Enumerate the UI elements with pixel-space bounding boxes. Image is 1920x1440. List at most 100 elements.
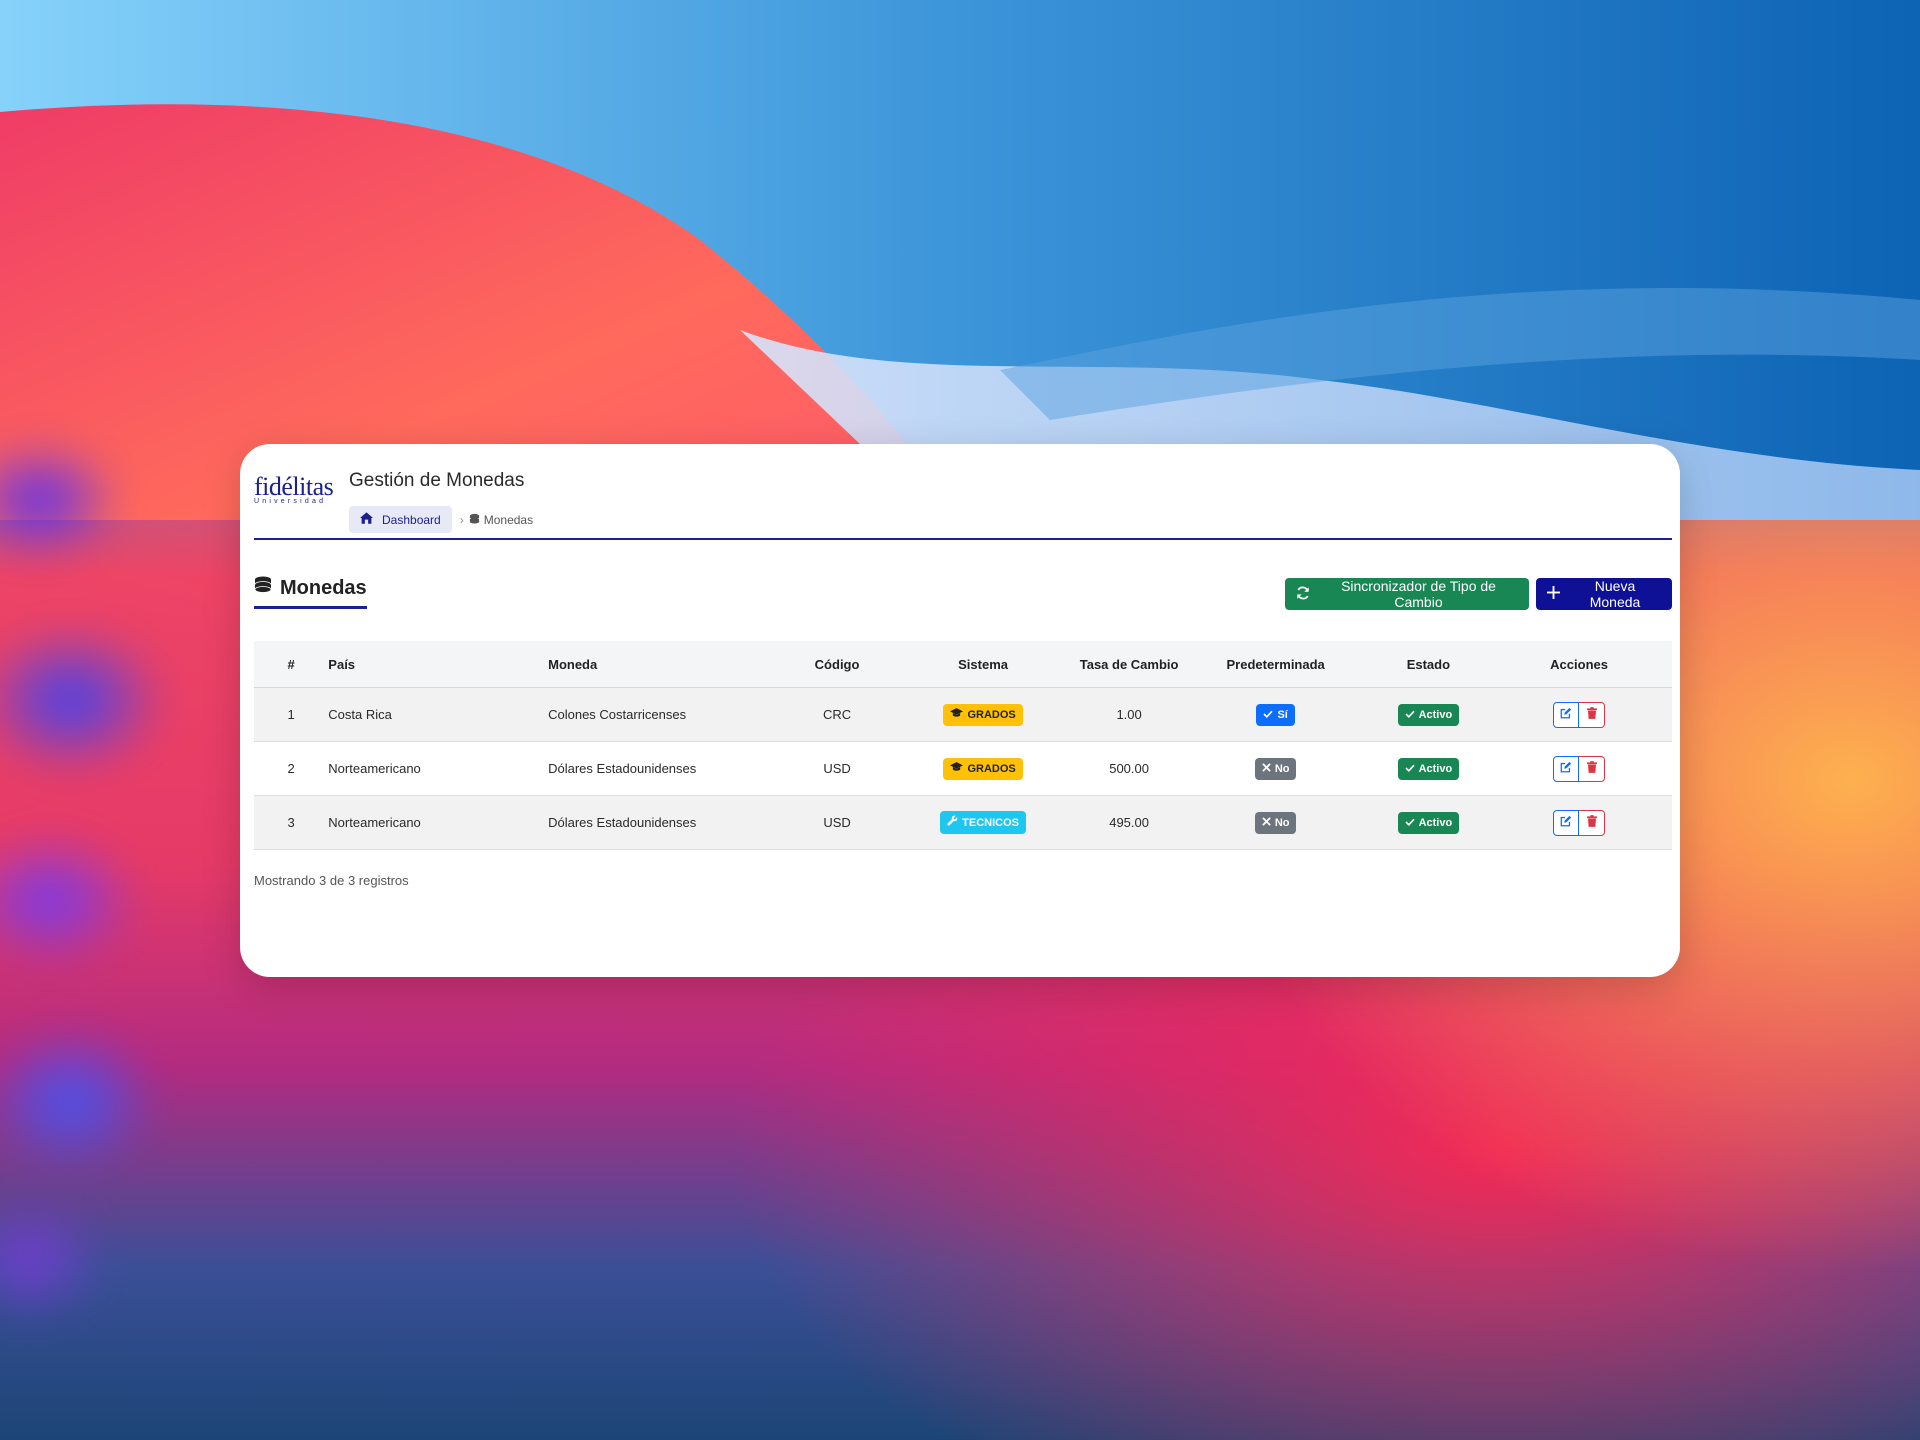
wallpaper-glass-ribbon	[0, 380, 280, 1360]
cell-code: CRC	[785, 687, 889, 742]
actions-group	[1553, 755, 1606, 782]
column-header-country[interactable]: País	[328, 641, 549, 688]
breadcrumb-dashboard-label: Dashboard	[382, 512, 441, 527]
table-row: 3 Norteamericano Dólares Estadounidenses…	[254, 795, 1672, 850]
new-currency-button[interactable]: Nueva Moneda	[1536, 578, 1672, 610]
column-header-status[interactable]: Estado	[1370, 641, 1487, 688]
cell-number: 3	[254, 795, 329, 850]
chevron-right-icon: ›	[459, 512, 464, 527]
section-heading: Monedas	[254, 576, 367, 609]
cell-country: Norteamericano	[328, 795, 549, 850]
column-header-system[interactable]: Sistema	[888, 641, 1078, 688]
check-icon	[1404, 708, 1415, 722]
trash-icon	[1586, 815, 1597, 830]
column-header-currency[interactable]: Moneda	[548, 641, 786, 688]
status-badge-label: Activo	[1418, 708, 1453, 721]
main-card: fidélitas Universidad Gestión de Monedas…	[240, 444, 1680, 977]
cell-default: No	[1180, 741, 1371, 796]
cell-country: Costa Rica	[328, 687, 549, 742]
column-header-exchange-rate[interactable]: Tasa de Cambio	[1077, 641, 1181, 688]
currencies-table: # País Moneda Código Sistema Tasa de Cam…	[254, 641, 1672, 850]
graduation-cap-icon	[950, 761, 964, 776]
default-badge-label: Sí	[1277, 708, 1288, 721]
page-title: Gestión de Monedas	[349, 470, 525, 491]
cell-default: No	[1180, 795, 1371, 850]
status-badge: Activo	[1397, 757, 1460, 780]
system-badge: TECNICOS	[940, 811, 1026, 834]
status-badge-label: Activo	[1418, 762, 1453, 775]
edit-button[interactable]	[1553, 755, 1580, 782]
cell-exchange-rate: 1.00	[1077, 687, 1181, 742]
cell-exchange-rate: 500.00	[1077, 741, 1181, 796]
delete-button[interactable]	[1579, 701, 1606, 728]
cell-code: USD	[785, 795, 889, 850]
column-header-code[interactable]: Código	[785, 641, 889, 688]
breadcrumb-current-label: Monedas	[483, 512, 534, 527]
cell-system: TECNICOS	[888, 795, 1078, 850]
cell-system: GRADOS	[888, 687, 1078, 742]
breadcrumb: Dashboard › Monedas	[349, 506, 533, 533]
sync-button-label: Sincronizador de Tipo de Cambio	[1341, 578, 1496, 610]
cell-actions	[1486, 741, 1672, 796]
delete-button[interactable]	[1579, 755, 1606, 782]
actions-group	[1553, 701, 1606, 728]
table-header-row: # País Moneda Código Sistema Tasa de Cam…	[254, 641, 1672, 688]
trash-icon	[1586, 761, 1597, 776]
edit-icon	[1560, 815, 1572, 830]
cell-code: USD	[785, 741, 889, 796]
edit-button[interactable]	[1553, 701, 1580, 728]
wrench-icon	[947, 815, 958, 830]
cell-exchange-rate: 495.00	[1077, 795, 1181, 850]
breadcrumb-current: Monedas	[469, 513, 533, 527]
cell-currency: Dólares Estadounidenses	[548, 741, 786, 796]
system-badge: GRADOS	[943, 703, 1023, 726]
plus-icon	[1547, 586, 1560, 602]
home-icon	[360, 512, 373, 527]
coins-icon	[254, 576, 274, 600]
column-header-number[interactable]: #	[254, 641, 329, 688]
cell-number: 2	[254, 741, 329, 796]
actions-group	[1553, 809, 1606, 836]
coins-icon	[469, 513, 480, 527]
status-badge-label: Activo	[1418, 816, 1453, 829]
default-badge-label: No	[1274, 762, 1290, 775]
cell-currency: Colones Costarricenses	[548, 687, 786, 742]
system-badge-label: TECNICOS	[962, 816, 1019, 829]
cell-status: Activo	[1370, 795, 1487, 850]
default-badge: No	[1254, 811, 1297, 834]
check-icon	[1263, 708, 1274, 722]
status-badge: Activo	[1397, 703, 1460, 726]
cell-default: Sí	[1180, 687, 1371, 742]
edit-button[interactable]	[1553, 809, 1580, 836]
sync-exchange-rate-button[interactable]: Sincronizador de Tipo de Cambio	[1285, 578, 1529, 610]
default-badge: Sí	[1256, 703, 1295, 726]
cell-actions	[1486, 687, 1672, 742]
cell-status: Activo	[1370, 687, 1487, 742]
edit-icon	[1560, 707, 1572, 722]
cell-currency: Dólares Estadounidenses	[548, 795, 786, 850]
table-row: 1 Costa Rica Colones Costarricenses CRC …	[254, 687, 1672, 742]
check-icon	[1404, 762, 1415, 776]
table-row: 2 Norteamericano Dólares Estadounidenses…	[254, 741, 1672, 796]
trash-icon	[1586, 707, 1597, 722]
delete-button[interactable]	[1579, 809, 1606, 836]
edit-icon	[1560, 761, 1572, 776]
cell-actions	[1486, 795, 1672, 850]
system-badge-label: GRADOS	[967, 708, 1016, 721]
breadcrumb-dashboard-link[interactable]: Dashboard	[349, 506, 452, 533]
records-info: Mostrando 3 de 3 registros	[254, 873, 409, 888]
x-icon	[1262, 816, 1271, 830]
refresh-icon	[1296, 586, 1310, 603]
cell-country: Norteamericano	[328, 741, 549, 796]
page-header: fidélitas Universidad Gestión de Monedas…	[254, 458, 1672, 540]
default-badge-label: No	[1274, 816, 1290, 829]
fidelitas-logo: fidélitas Universidad	[254, 472, 344, 522]
new-button-label: Nueva Moneda	[1589, 578, 1641, 610]
column-header-actions: Acciones	[1486, 641, 1672, 688]
cell-status: Activo	[1370, 741, 1487, 796]
x-icon	[1262, 762, 1271, 776]
default-badge: No	[1254, 757, 1297, 780]
cell-number: 1	[254, 687, 329, 742]
column-header-default[interactable]: Predeterminada	[1180, 641, 1371, 688]
graduation-cap-icon	[950, 707, 964, 722]
